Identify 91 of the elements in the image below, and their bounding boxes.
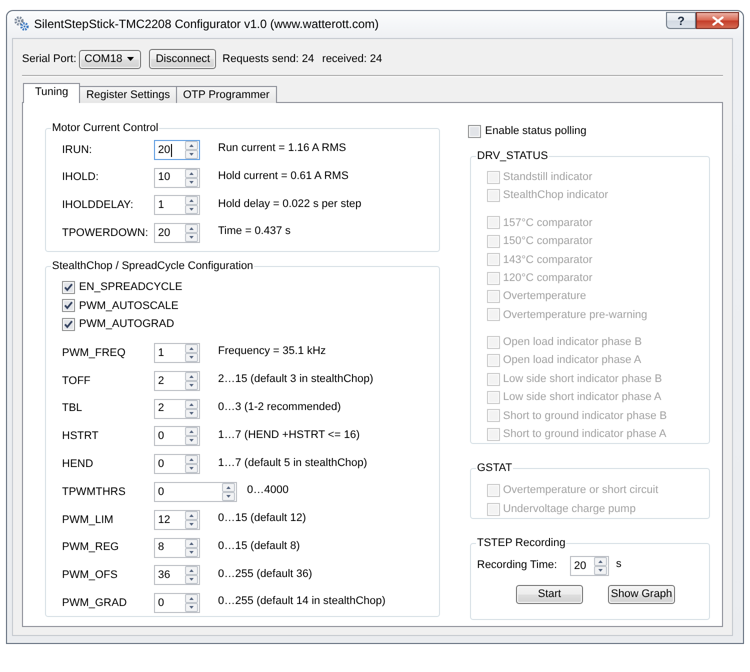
number-field[interactable]: 0 [154, 482, 237, 502]
group-title: TSTEP Recording [476, 537, 566, 550]
field-label: IRUN: [62, 142, 93, 158]
checkbox[interactable] [62, 280, 75, 294]
tab[interactable]: Register Settings [79, 86, 177, 103]
text-cursor-icon [171, 144, 172, 156]
close-button[interactable] [696, 12, 739, 29]
checkbox[interactable] [62, 299, 75, 312]
checkbox[interactable] [62, 318, 75, 331]
value-description: Time = 0.437 s [218, 224, 291, 240]
checkbox-label: StealthChop indicator [503, 188, 608, 204]
checkbox-label: PWM_AUTOGRAD [79, 317, 174, 332]
value-description: 0…15 (default 8) [218, 538, 300, 554]
number-field[interactable]: 1 [154, 195, 200, 216]
help-button[interactable]: ? [666, 12, 696, 29]
value-description: Frequency = 35.1 kHz [218, 344, 326, 360]
show-graph-button[interactable]: Show Graph [608, 585, 675, 604]
value-description: 0…255 (default 14 in stealthChop) [218, 594, 386, 610]
number-field[interactable]: 1 [154, 343, 200, 364]
number-field[interactable]: 20 [154, 140, 200, 160]
checkbox-label: Open load indicator phase A [503, 353, 642, 368]
checkbox-label: Overtemperature [503, 289, 586, 304]
field-label: HEND [62, 457, 94, 472]
close-icon [712, 16, 724, 26]
field-label: TBL [62, 401, 84, 416]
dropdown-arrow-icon [127, 57, 134, 61]
value-description: 0…15 (default 12) [218, 511, 306, 526]
tab[interactable]: Tuning [23, 83, 80, 103]
group-title: GSTAT [476, 462, 514, 476]
value-description: 1…7 (HEND +HSTRT <= 16) [218, 428, 360, 443]
value-description: Hold delay = 0.022 s per step [218, 196, 362, 212]
checkbox-label: Short to ground indicator phase B [503, 408, 667, 424]
number-field[interactable]: 20 [570, 556, 609, 576]
checkbox-label: Overtemperature or short circuit [503, 483, 658, 498]
checkbox-label: Standstill indicator [503, 170, 592, 185]
checkbox-label: Short to ground indicator phase A [503, 427, 666, 442]
unit-label: s [616, 557, 622, 572]
field-label: TPWMTHRS [62, 484, 127, 500]
group-title: Motor Current Control [51, 122, 160, 135]
requests-sent-text: Requests send: 24 [222, 52, 314, 67]
checkbox-label: Low side short indicator phase B [503, 372, 662, 387]
number-field[interactable]: 0 [154, 454, 200, 474]
value-description: 0…3 (1-2 recommended) [218, 400, 341, 415]
value-description: 2…15 (default 3 in stealthChop) [218, 372, 374, 388]
field-label: PWM_REG [62, 540, 120, 556]
received-text: received: 24 [322, 52, 382, 67]
number-field[interactable]: 0 [154, 426, 200, 446]
value-description: Hold current = 0.61 A RMS [218, 168, 349, 184]
checkbox-label: 120°C comparator [503, 270, 592, 286]
field-label: Recording Time: [477, 558, 558, 573]
window-title: SilentStepStick-TMC2208 Configurator v1.0 (www.watterott.com) [34, 17, 379, 32]
checkbox-label: 143°C comparator [503, 252, 592, 268]
checkbox-label: 157°C comparator [503, 216, 592, 231]
number-field[interactable]: 8 [154, 538, 200, 558]
number-field[interactable]: 2 [154, 398, 200, 419]
field-label: PWM_GRAD [62, 596, 128, 611]
checkbox[interactable] [468, 124, 481, 138]
checkbox-label: Low side short indicator phase A [503, 390, 662, 406]
field-label: PWM_FREQ [62, 346, 127, 361]
group-title: StealthChop / SpreadCycle Configuration [51, 260, 254, 274]
start-button[interactable]: Start [516, 585, 583, 604]
checkbox-label: Overtemperature pre-warning [503, 308, 648, 323]
gears-icon [13, 15, 29, 31]
checkbox-label: Undervoltage charge pump [503, 502, 636, 517]
field-label: PWM_LIM [62, 512, 114, 528]
value-description: 1…7 (default 5 in stealthChop) [218, 456, 368, 470]
tab[interactable]: OTP Programmer [176, 86, 277, 103]
field-label: TOFF [62, 374, 92, 389]
checkbox-label: PWM_AUTOSCALE [79, 298, 178, 314]
value-description: Run current = 1.16 A RMS [218, 141, 346, 156]
field-label: IHOLD: [62, 170, 100, 186]
number-field[interactable]: 10 [154, 168, 200, 188]
port-dropdown[interactable]: COM18 [79, 50, 142, 68]
serial-port-label: Serial Port: [22, 52, 76, 67]
number-field[interactable]: 2 [154, 370, 200, 391]
field-label: PWM_OFS [62, 568, 119, 584]
value-description: 0…255 (default 36) [218, 566, 312, 582]
group-title: DRV_STATUS [476, 150, 549, 163]
number-field[interactable]: 36 [154, 565, 200, 586]
number-field[interactable]: 0 [154, 593, 200, 614]
checkbox-label: 150°C comparator [503, 234, 592, 250]
checkbox-label: Enable status polling [485, 124, 587, 139]
number-field[interactable]: 20 [154, 223, 200, 244]
field-label: IHOLDDELAY: [62, 198, 134, 214]
field-label: HSTRT [62, 429, 100, 444]
disconnect-button[interactable]: Disconnect [149, 49, 216, 69]
checkbox-label: Open load indicator phase B [503, 335, 642, 350]
field-label: TPOWERDOWN: [62, 226, 150, 241]
value-description: 0…4000 [247, 483, 289, 498]
number-field[interactable]: 12 [154, 510, 200, 530]
checkbox-label: EN_SPREADCYCLE [79, 280, 182, 296]
